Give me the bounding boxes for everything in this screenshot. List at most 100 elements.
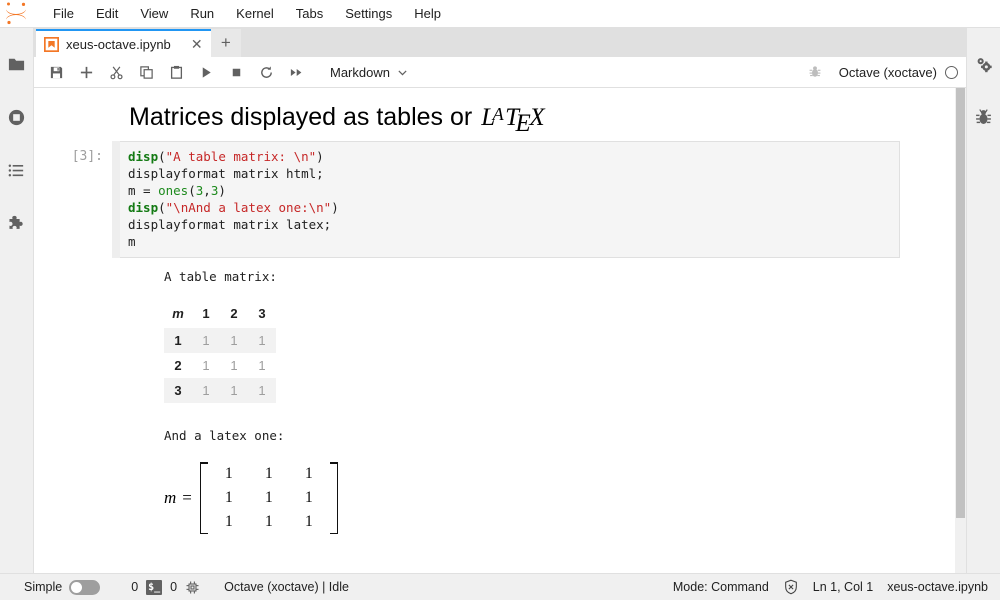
latex-matrix-cell: 1 <box>264 465 273 483</box>
sidebar-item-commands[interactable] <box>0 154 33 187</box>
latex-matrix-cell: 1 <box>264 513 273 531</box>
paste-cells-button[interactable] <box>164 60 188 84</box>
kernel-status-item[interactable]: Octave (xoctave) | Idle <box>224 580 349 594</box>
menu-kernel[interactable]: Kernel <box>225 2 285 26</box>
menu-tabs[interactable]: Tabs <box>285 2 334 26</box>
simple-mode-toggle-item[interactable]: Simple <box>24 579 101 595</box>
menu-view[interactable]: View <box>129 2 179 26</box>
page-title: Matrices displayed as tables or LATEX <box>129 102 941 137</box>
notebook-tab-bar: xeus-octave.ipynb ✕ + <box>34 28 966 57</box>
code-token: "\nAnd a latex one:\n" <box>165 200 332 216</box>
new-launcher-button[interactable]: + <box>210 29 241 57</box>
status-left-group: Simple 0 $_ 0 Octave (xoctave) | Idle <box>24 579 363 595</box>
table-column-header: 2 <box>230 306 238 322</box>
latex-matrix-cell: 1 <box>264 489 273 507</box>
menu-run[interactable]: Run <box>179 2 225 26</box>
simple-mode-toggle[interactable] <box>69 579 101 595</box>
cell-type-dropdown[interactable]: Markdown <box>324 61 412 83</box>
code-token: disp <box>128 200 159 216</box>
workspace-row: xeus-octave.ipynb ✕ + Markdown Octave (x… <box>0 28 1000 573</box>
notebook-icon <box>44 36 59 52</box>
save-button[interactable] <box>44 60 68 84</box>
sidebar-item-extensions[interactable] <box>0 207 33 240</box>
heading-text: Matrices displayed as tables or <box>129 103 473 131</box>
terminals-status-item[interactable]: 0 $_ 0 <box>128 579 200 595</box>
restart-and-run-all-button[interactable] <box>284 60 308 84</box>
tab-xeus-octave-notebook[interactable]: xeus-octave.ipynb ✕ <box>36 29 211 57</box>
status-bar: Simple 0 $_ 0 Octave (xoctave) | Idle Mo… <box>0 573 1000 600</box>
markdown-cell[interactable]: Matrices displayed as tables or LATEX <box>34 88 955 137</box>
simple-mode-label: Simple <box>24 580 63 594</box>
chevron-down-icon <box>397 67 408 78</box>
cell-type-value: Markdown <box>330 64 390 80</box>
sidebar-item-property-inspector[interactable] <box>967 48 1000 81</box>
table-row-header: 1 <box>174 333 182 349</box>
trust-status-item[interactable] <box>783 579 799 595</box>
menu-edit[interactable]: Edit <box>85 2 129 26</box>
scrollbar-thumb[interactable] <box>956 88 965 518</box>
latex-matrix-cell: 1 <box>304 489 313 507</box>
latex-matrix-cell: 1 <box>224 489 233 507</box>
latex-x: X <box>529 104 545 131</box>
kernel-name-label[interactable]: Octave (xoctave) <box>839 65 937 80</box>
bug-icon <box>974 108 993 127</box>
kernel-chip-icon <box>185 580 200 595</box>
code-editor[interactable]: disp("A table matrix: \n") displayformat… <box>120 141 900 259</box>
sidebar-item-running[interactable] <box>0 101 33 134</box>
sidebar-item-debugger[interactable] <box>967 101 1000 134</box>
menu-help[interactable]: Help <box>403 2 452 26</box>
code-token: 3 <box>195 183 204 199</box>
copy-cells-button[interactable] <box>134 60 158 84</box>
file-name-label: xeus-octave.ipynb <box>887 580 988 594</box>
insert-cell-button[interactable] <box>74 60 98 84</box>
input-collapser[interactable] <box>112 141 120 259</box>
notebook-mode-item[interactable]: Mode: Command <box>673 580 769 594</box>
file-name-item[interactable]: xeus-octave.ipynb <box>887 580 988 594</box>
table-row-header: 2 <box>174 358 182 374</box>
menu-items: File Edit View Run Kernel Tabs Settings … <box>42 2 452 26</box>
cut-cells-button[interactable] <box>104 60 128 84</box>
output-stream-text-2: And a latex one: <box>164 428 285 444</box>
kernel-status-label: Octave (xoctave) | Idle <box>224 580 349 594</box>
cursor-position-item[interactable]: Ln 1, Col 1 <box>813 580 873 594</box>
kernels-count: 0 <box>170 580 178 594</box>
matrix-html-table: m 1 2 3 1 1 1 1 2 1 1 1 3 1 1 1 <box>164 301 276 404</box>
debugger-toggle-button[interactable] <box>803 60 827 84</box>
output-stream-text-1: A table matrix: <box>164 269 277 285</box>
table-cell: 1 <box>258 383 266 399</box>
jupyterlab-window: File Edit View Run Kernel Tabs Settings … <box>0 0 1000 600</box>
table-cell: 1 <box>202 358 210 374</box>
terminal-icon: $_ <box>146 579 163 595</box>
paste-icon <box>169 65 184 80</box>
restart-icon <box>259 65 274 80</box>
code-token: ones <box>158 183 189 199</box>
table-row-header: 3 <box>174 383 182 399</box>
toggle-knob <box>71 581 83 593</box>
kernel-idle-circle[interactable] <box>945 65 958 79</box>
latex-matrix-cell: 1 <box>304 513 313 531</box>
close-icon[interactable]: ✕ <box>189 36 205 52</box>
add-cell-icon <box>79 65 94 80</box>
notebook-mode-label: Mode: Command <box>672 580 769 594</box>
code-token: 3 <box>210 183 219 199</box>
sidebar-item-file-browser[interactable] <box>0 48 33 81</box>
latex-matrix-cell: 1 <box>224 465 233 483</box>
copy-icon <box>139 65 154 80</box>
code-cell[interactable]: [3]: disp("A table matrix: \n") displayf… <box>34 135 955 259</box>
restart-kernel-button[interactable] <box>254 60 278 84</box>
puzzle-piece-icon <box>7 214 26 233</box>
notebook-scrollbar[interactable] <box>955 88 966 573</box>
menu-file[interactable]: File <box>42 2 85 26</box>
interrupt-kernel-button[interactable] <box>224 60 248 84</box>
terminals-count: 0 <box>131 580 139 594</box>
left-sidebar <box>0 28 34 573</box>
menu-settings[interactable]: Settings <box>334 2 403 26</box>
main-area: xeus-octave.ipynb ✕ + Markdown Octave (x… <box>34 28 966 573</box>
commands-list-icon <box>7 161 26 180</box>
table-cell: 1 <box>202 383 210 399</box>
table-cell: 1 <box>202 333 210 349</box>
table-cell: 1 <box>230 383 238 399</box>
code-token: "A table matrix: \n" <box>165 149 317 165</box>
untrusted-shield-icon <box>783 579 799 595</box>
run-cell-button[interactable] <box>194 60 218 84</box>
